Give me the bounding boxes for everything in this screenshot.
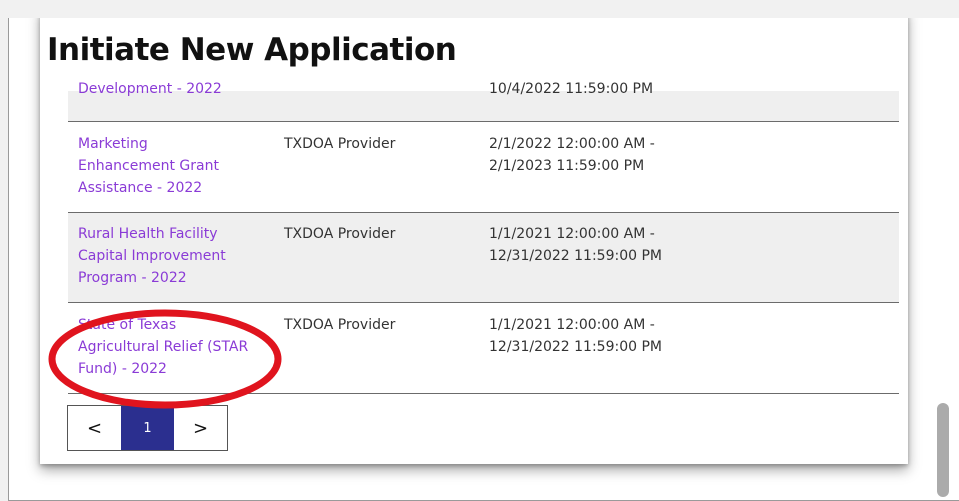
program-link[interactable]: Marketing Enhancement Grant Assistance -… (78, 133, 270, 199)
red-highlight-ellipse (48, 309, 282, 409)
program-line: Development - 2022 (78, 81, 222, 97)
table-row: Marketing Enhancement Grant Assistance -… (68, 122, 899, 213)
period-cell: 2/1/2022 12:00:00 AM - 2/1/2023 11:59:00… (489, 133, 749, 177)
period-line: 1/1/2021 12:00:00 AM - (489, 226, 655, 242)
period-cell: 10/4/2022 11:59:00 PM (489, 78, 749, 100)
highlight-ellipse (48, 309, 282, 409)
period-line: 12/31/2022 11:59:00 PM (489, 339, 662, 355)
period-line: 2/1/2023 11:59:00 PM (489, 158, 645, 174)
prev-page-button[interactable]: < (68, 406, 121, 450)
period-line: 1/1/2021 12:00:00 AM - (489, 317, 655, 333)
program-line: Capital Improvement (78, 248, 226, 264)
program-line: Rural Health Facility (78, 226, 218, 242)
page-1-button[interactable]: 1 (121, 406, 174, 450)
program-line: Enhancement Grant (78, 158, 219, 174)
period-line: 12/31/2022 11:59:00 PM (489, 248, 662, 264)
program-line: Marketing (78, 136, 148, 152)
program-line: Assistance - 2022 (78, 180, 203, 196)
program-link[interactable]: Rural Health Facility Capital Improvemen… (78, 223, 270, 289)
page-title: Initiate New Application (47, 32, 457, 68)
pagination: < 1 > (67, 405, 228, 451)
scrollbar-thumb[interactable] (937, 403, 949, 497)
period-line: 2/1/2022 12:00:00 AM - (489, 136, 655, 152)
period-cell: 1/1/2021 12:00:00 AM - 12/31/2022 11:59:… (489, 223, 749, 267)
provider-cell: TXDOA Provider (284, 226, 396, 242)
period-cell: 1/1/2021 12:00:00 AM - 12/31/2022 11:59:… (489, 314, 749, 358)
provider-cell: TXDOA Provider (284, 317, 396, 333)
period-line: 10/4/2022 11:59:00 PM (489, 81, 654, 97)
table-row: Rural Health Facility Capital Improvemen… (68, 213, 899, 303)
page-viewport: Initiate New Application Development - 2… (8, 18, 959, 501)
provider-cell: TXDOA Provider (284, 136, 396, 152)
next-page-button[interactable]: > (174, 406, 227, 450)
program-link[interactable]: Development - 2022 (78, 78, 270, 100)
program-line: Program - 2022 (78, 270, 187, 286)
table-row: Development - 2022 10/4/2022 11:59:00 PM (68, 81, 899, 122)
